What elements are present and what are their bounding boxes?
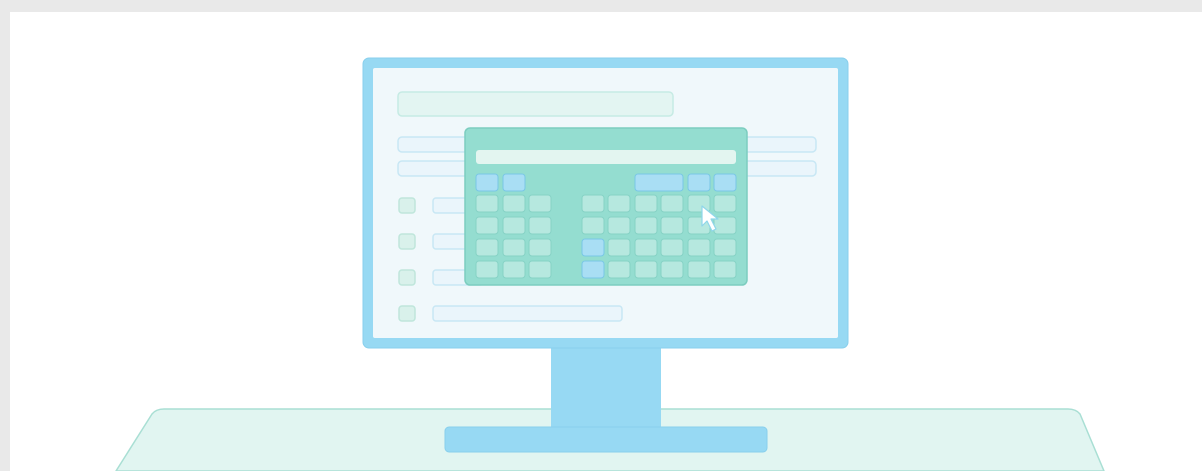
- keypad-key[interactable]: [475, 216, 499, 235]
- keypad-key[interactable]: [528, 216, 552, 235]
- keypad-key[interactable]: [502, 238, 526, 257]
- checkbox-placeholder: [398, 197, 416, 214]
- keypad-key[interactable]: [660, 238, 684, 257]
- keypad-key[interactable]: [528, 238, 552, 257]
- keypad-key[interactable]: [475, 194, 499, 213]
- keypad-key[interactable]: [502, 216, 526, 235]
- keypad-key[interactable]: [660, 194, 684, 213]
- keypad-key-highlighted[interactable]: [581, 260, 605, 279]
- keypad-key[interactable]: [502, 260, 526, 279]
- keypad-key[interactable]: [607, 216, 631, 235]
- keypad-key[interactable]: [634, 216, 658, 235]
- checkbox-placeholder: [398, 233, 416, 250]
- keypad-key[interactable]: [660, 260, 684, 279]
- function-key[interactable]: [713, 173, 737, 192]
- keypad-key[interactable]: [634, 194, 658, 213]
- keypad-key[interactable]: [502, 194, 526, 213]
- function-key[interactable]: [502, 173, 526, 192]
- keypad-key[interactable]: [687, 260, 711, 279]
- keypad-key[interactable]: [713, 194, 737, 213]
- keypad-key[interactable]: [687, 238, 711, 257]
- keypad-key[interactable]: [634, 238, 658, 257]
- keypad-key[interactable]: [528, 260, 552, 279]
- calculator-widget: [464, 127, 748, 286]
- form-title-placeholder: [397, 91, 674, 117]
- calculator-display: [476, 150, 736, 164]
- keypad-key[interactable]: [607, 260, 631, 279]
- keypad-key[interactable]: [528, 194, 552, 213]
- keypad-key[interactable]: [581, 216, 605, 235]
- function-key[interactable]: [475, 173, 499, 192]
- monitor-stand-base: [444, 426, 768, 453]
- checkbox-placeholder: [398, 305, 416, 322]
- monitor-stand-neck: [551, 345, 661, 429]
- checkbox-placeholder: [398, 269, 416, 286]
- keypad-key[interactable]: [713, 260, 737, 279]
- keypad-key[interactable]: [475, 238, 499, 257]
- function-key[interactable]: [687, 173, 711, 192]
- keypad-key[interactable]: [475, 260, 499, 279]
- field-placeholder: [432, 305, 623, 322]
- keypad-key[interactable]: [660, 216, 684, 235]
- keypad-key[interactable]: [634, 260, 658, 279]
- keypad-key[interactable]: [713, 238, 737, 257]
- illustration-stage: [0, 0, 1202, 471]
- keypad-key[interactable]: [581, 194, 605, 213]
- keypad-key-highlighted[interactable]: [581, 238, 605, 257]
- keypad-key[interactable]: [607, 194, 631, 213]
- computer-calculator-illustration: [10, 12, 1202, 471]
- keypad-key[interactable]: [607, 238, 631, 257]
- function-key-wide[interactable]: [634, 173, 684, 192]
